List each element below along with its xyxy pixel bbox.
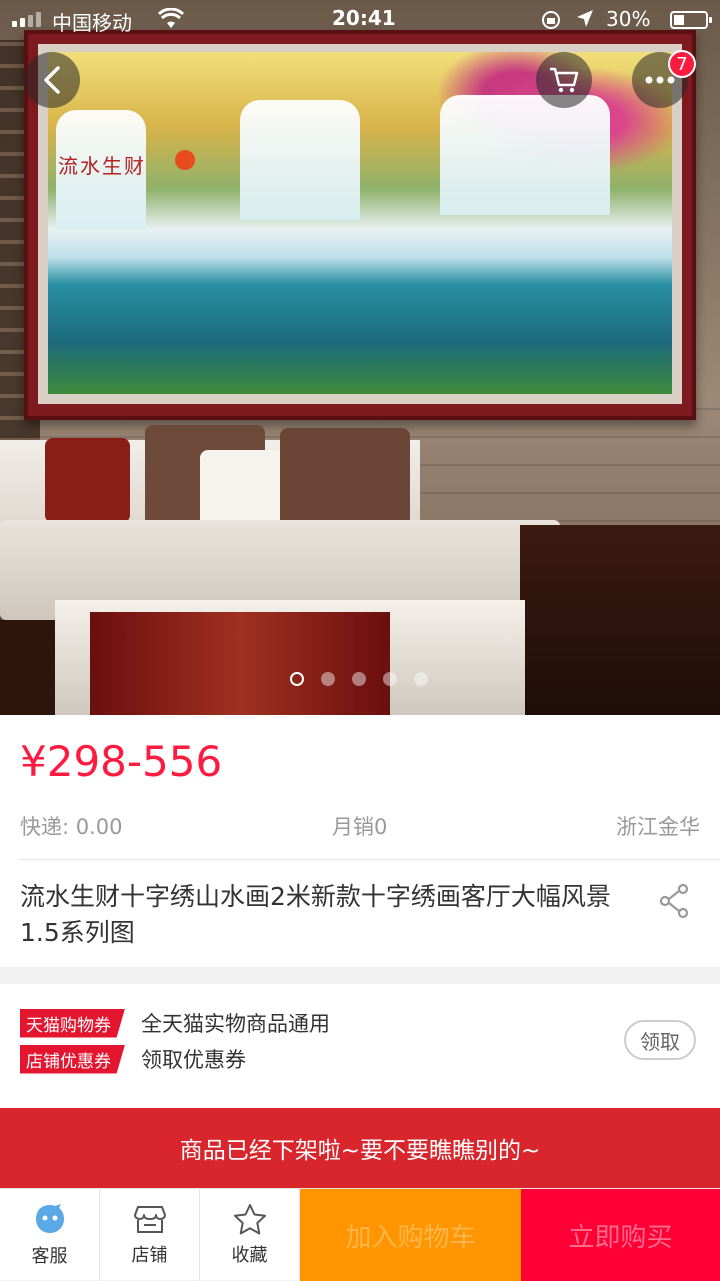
battery-percent: 30%	[606, 7, 651, 31]
coupon-description: 领取优惠券	[141, 1048, 246, 1072]
share-button[interactable]	[652, 879, 696, 923]
store-button[interactable]: 店铺	[100, 1189, 200, 1281]
favorite-label: 收藏	[231, 1245, 268, 1266]
coupon-row: 店铺优惠券 领取优惠券	[20, 1044, 246, 1074]
claim-coupon-button[interactable]: 领取	[624, 1020, 696, 1060]
coupon-description: 全天猫实物商品通用	[141, 1012, 330, 1036]
store-label: 店铺	[131, 1245, 168, 1266]
off-shelf-notice[interactable]: 商品已经下架啦~要不要瞧瞧别的~	[0, 1108, 720, 1188]
floor	[0, 620, 60, 715]
status-bar: 中国移动 20:41 30%	[0, 0, 720, 40]
carrier-name: 中国移动	[52, 11, 132, 35]
product-image-gallery[interactable]: 流水生财	[0, 0, 720, 715]
monthly-sales: 月销0	[332, 815, 388, 839]
waterfall	[240, 100, 360, 220]
location-icon	[575, 8, 595, 35]
rotation-lock-icon	[540, 9, 562, 36]
cart-button[interactable]	[536, 52, 592, 108]
chevron-left-icon	[44, 66, 60, 94]
coupon-tag: 店铺优惠券	[20, 1044, 125, 1074]
pagination-dot[interactable]	[383, 672, 397, 686]
customer-service-button[interactable]: 客服	[0, 1189, 100, 1281]
favorite-button[interactable]: 收藏	[200, 1189, 300, 1281]
coupon-row: 天猫购物券 全天猫实物商品通用	[20, 1008, 330, 1038]
coupon-tag: 天猫购物券	[20, 1008, 125, 1038]
product-info: ¥298-556 快递: 0.00 月销0 浙江金华 流水生财十字绣山水画2米新…	[0, 715, 720, 967]
wifi-icon	[157, 7, 185, 35]
battery-icon	[670, 11, 712, 29]
pagination-dot[interactable]	[352, 672, 366, 686]
notification-badge: 7	[668, 50, 696, 78]
shopping-cart-icon	[550, 67, 579, 93]
add-to-cart-button[interactable]: 加入购物车	[300, 1189, 521, 1281]
divider	[20, 859, 720, 860]
customer-service-label: 客服	[31, 1246, 68, 1267]
table-runner	[90, 612, 390, 715]
coupon-section[interactable]: 天猫购物券 全天猫实物商品通用 店铺优惠券 领取优惠券 领取	[0, 984, 720, 1108]
clock: 20:41	[332, 6, 396, 30]
customer-service-icon	[35, 1204, 64, 1233]
buy-now-button[interactable]: 立即购买	[521, 1189, 720, 1281]
shipping-fee: 快递: 0.00	[20, 815, 123, 839]
ship-from-location: 浙江金华	[616, 815, 700, 839]
star-icon	[233, 1204, 266, 1235]
gallery-pagination	[290, 672, 428, 686]
store-icon	[133, 1206, 166, 1233]
product-price: ¥298-556	[20, 737, 223, 786]
bottom-action-bar: 客服 店铺 收藏 加入购物车 立即购买	[0, 1188, 720, 1281]
side-table	[520, 525, 720, 715]
signal-icon	[12, 12, 41, 27]
pagination-dot-active[interactable]	[290, 672, 304, 686]
product-title: 流水生财十字绣山水画2米新款十字绣画客厅大幅风景1.5系列图	[20, 882, 611, 947]
more-dots-icon	[645, 76, 675, 84]
pagination-dot[interactable]	[321, 672, 335, 686]
painted-sun	[175, 150, 195, 170]
pillow	[45, 438, 130, 523]
waterfall	[440, 95, 610, 215]
share-icon	[659, 883, 689, 919]
pagination-dot[interactable]	[414, 672, 428, 686]
back-button[interactable]	[24, 52, 80, 108]
painting-caption: 流水生财	[58, 154, 146, 178]
